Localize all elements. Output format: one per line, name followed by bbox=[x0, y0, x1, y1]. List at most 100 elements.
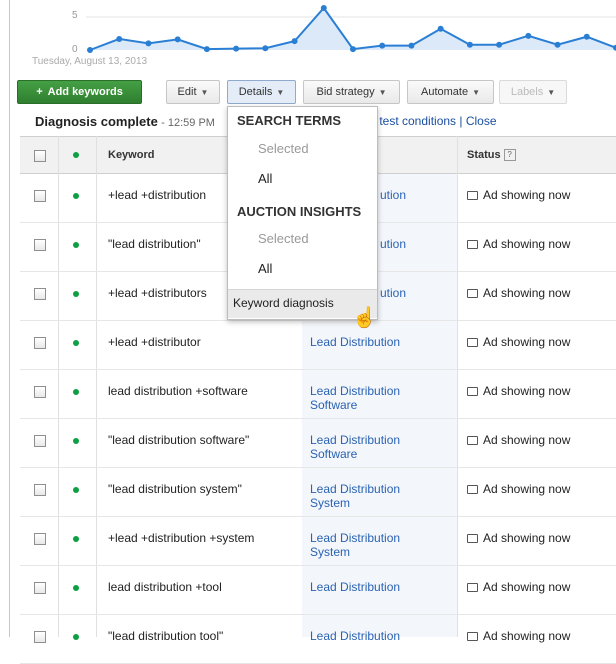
keyword-cell[interactable]: "lead distribution" bbox=[108, 237, 201, 251]
status-cell: Ad showing now bbox=[467, 531, 570, 545]
table-row: +lead +distribution +system Lead Distribu… bbox=[20, 517, 616, 566]
speech-bubble-icon bbox=[467, 387, 478, 396]
chart-point[interactable] bbox=[379, 42, 386, 49]
hand-pointer-icon: ☝ bbox=[352, 307, 377, 329]
chart-point[interactable] bbox=[203, 46, 210, 53]
status-dot-icon bbox=[73, 389, 79, 395]
keyword-column-header[interactable]: Keyword bbox=[108, 149, 154, 161]
chart-point[interactable] bbox=[262, 45, 269, 52]
keyword-cell[interactable]: +lead +distributors bbox=[108, 286, 207, 300]
speech-bubble-icon bbox=[467, 338, 478, 347]
status-dot-icon bbox=[73, 438, 79, 444]
details-dropdown[interactable]: Details ▼ bbox=[227, 80, 296, 104]
status-text: Ad showing now bbox=[483, 580, 571, 594]
status-cell: Ad showing now bbox=[467, 433, 570, 447]
status-cell: Ad showing now bbox=[467, 286, 570, 300]
keyword-cell[interactable]: "lead distribution tool" bbox=[108, 629, 223, 643]
status-text: Ad showing now bbox=[483, 286, 571, 300]
details-label: Details bbox=[238, 86, 273, 98]
keyword-cell[interactable]: lead distribution +tool bbox=[108, 580, 222, 594]
help-icon[interactable]: ? bbox=[503, 149, 516, 161]
keyword-cell[interactable]: "lead distribution system" bbox=[108, 482, 242, 496]
auction-insights-all-item[interactable]: All bbox=[258, 261, 272, 276]
labels-dropdown[interactable]: Labels ▼ bbox=[499, 80, 567, 104]
row-checkbox[interactable] bbox=[34, 288, 46, 300]
chart-point[interactable] bbox=[87, 47, 93, 53]
chart-point[interactable] bbox=[233, 45, 240, 52]
speech-bubble-icon bbox=[467, 240, 478, 249]
status-column-header[interactable]: Status? bbox=[467, 149, 516, 161]
search-terms-all-item[interactable]: All bbox=[258, 171, 272, 186]
auction-insights-header: AUCTION INSIGHTS bbox=[237, 204, 362, 219]
ad-group-cell[interactable]: Lead Distribution bbox=[310, 335, 430, 349]
row-checkbox[interactable] bbox=[34, 435, 46, 447]
chevron-down-icon: ▼ bbox=[472, 88, 480, 97]
chart-area bbox=[90, 8, 616, 50]
ad-group-cell[interactable]: Lead Distribution bbox=[310, 629, 430, 643]
automate-dropdown[interactable]: Automate ▼ bbox=[407, 80, 494, 104]
search-terms-header: SEARCH TERMS bbox=[237, 113, 342, 128]
chart-point[interactable] bbox=[116, 35, 123, 42]
ad-group-cell[interactable]: Lead Distribution Software bbox=[310, 433, 430, 461]
keyword-diagnosis-label: Keyword diagnosis bbox=[233, 296, 334, 310]
select-all-checkbox[interactable] bbox=[34, 150, 46, 162]
y-tick-top: 5 bbox=[72, 10, 78, 21]
table-row: "lead distribution software" Lead Distrib… bbox=[20, 419, 616, 468]
row-checkbox[interactable] bbox=[34, 631, 46, 643]
chart-point[interactable] bbox=[583, 33, 590, 40]
chart-point[interactable] bbox=[350, 46, 356, 53]
status-dot-icon bbox=[73, 536, 79, 542]
keyword-cell[interactable]: +lead +distribution bbox=[108, 188, 206, 202]
status-cell: Ad showing now bbox=[467, 384, 570, 398]
add-keywords-button[interactable]: + Add keywords bbox=[17, 80, 142, 104]
table-row: +lead +distributor Lead Distribution Ad sh… bbox=[20, 321, 616, 370]
diagnosis-links[interactable]: it test conditions | Close bbox=[370, 114, 497, 128]
keyword-cell[interactable]: +lead +distribution +system bbox=[108, 531, 254, 545]
plus-icon: + bbox=[36, 86, 43, 98]
status-text: Ad showing now bbox=[483, 237, 571, 251]
status-cell: Ad showing now bbox=[467, 482, 570, 496]
keyword-cell[interactable]: "lead distribution software" bbox=[108, 433, 249, 447]
status-text: Ad showing now bbox=[483, 629, 571, 643]
status-dot-icon bbox=[73, 340, 79, 346]
chart-point[interactable] bbox=[554, 41, 561, 48]
row-checkbox[interactable] bbox=[34, 337, 46, 349]
table-row: lead distribution +software Lead Distribu… bbox=[20, 370, 616, 419]
row-checkbox[interactable] bbox=[34, 533, 46, 545]
row-checkbox[interactable] bbox=[34, 386, 46, 398]
diagnosis-status: Diagnosis complete - 12:59 PM bbox=[35, 114, 215, 129]
chevron-down-icon: ▼ bbox=[200, 88, 209, 97]
auction-insights-selected-item[interactable]: Selected bbox=[258, 231, 309, 246]
chart-point[interactable] bbox=[174, 36, 181, 43]
chart-point[interactable] bbox=[525, 32, 532, 39]
chart-point[interactable] bbox=[466, 41, 473, 48]
bid-strategy-dropdown[interactable]: Bid strategy ▼ bbox=[303, 80, 400, 104]
status-text: Ad showing now bbox=[483, 433, 571, 447]
edit-dropdown[interactable]: Edit ▼ bbox=[166, 80, 220, 104]
chart-point[interactable] bbox=[320, 5, 327, 11]
keyword-cell[interactable]: +lead +distributor bbox=[108, 335, 201, 349]
y-tick-bottom: 0 bbox=[72, 44, 78, 55]
automate-label: Automate bbox=[420, 86, 469, 98]
status-cell: Ad showing now bbox=[467, 237, 570, 251]
row-checkbox[interactable] bbox=[34, 190, 46, 202]
chart-point[interactable] bbox=[145, 40, 152, 47]
ad-group-cell[interactable]: Lead Distribution Software bbox=[310, 384, 430, 412]
row-checkbox[interactable] bbox=[34, 239, 46, 251]
search-terms-selected-item[interactable]: Selected bbox=[258, 141, 309, 156]
speech-bubble-icon bbox=[467, 583, 478, 592]
status-dot-icon bbox=[73, 291, 79, 297]
chart-point[interactable] bbox=[408, 42, 415, 49]
toolbar: + Add keywords Edit ▼ Details ▼ Bid strateg… bbox=[0, 80, 616, 106]
bid-strategy-label: Bid strategy bbox=[316, 86, 375, 98]
ad-group-cell[interactable]: Lead Distribution System bbox=[310, 531, 430, 559]
chart-point[interactable] bbox=[496, 41, 503, 48]
keyword-cell[interactable]: lead distribution +software bbox=[108, 384, 248, 398]
ad-group-cell[interactable]: Lead Distribution System bbox=[310, 482, 430, 510]
chart-point[interactable] bbox=[437, 25, 444, 32]
row-checkbox[interactable] bbox=[34, 582, 46, 594]
row-checkbox[interactable] bbox=[34, 484, 46, 496]
ad-group-cell[interactable]: Lead Distribution bbox=[310, 580, 430, 594]
chart-point[interactable] bbox=[291, 38, 298, 45]
speech-bubble-icon bbox=[467, 485, 478, 494]
